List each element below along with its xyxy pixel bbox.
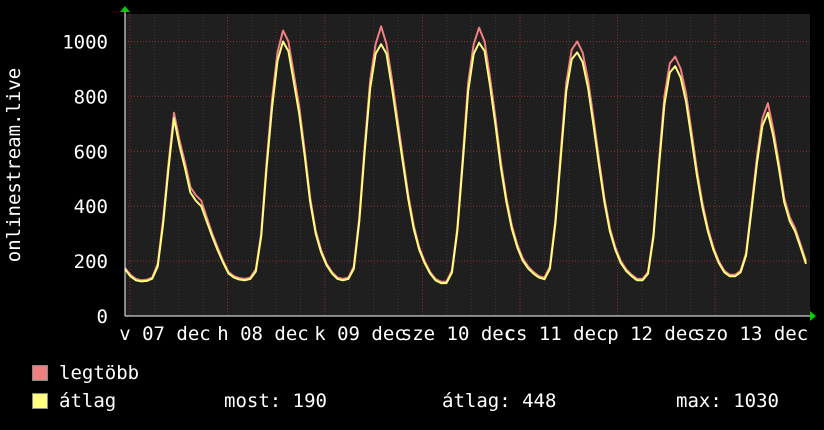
line-chart: 0 200 400 600 800 1000 v 07 dec h 08 dec k 09 d… <box>0 0 824 360</box>
y-tick-label: 800 <box>74 86 108 108</box>
x-tick-label: v 07 dec <box>119 323 211 345</box>
stat-maximum: max: 1030 <box>676 390 779 412</box>
y-tick-label: 200 <box>74 251 108 273</box>
legend-swatch-avg <box>32 393 48 409</box>
x-tick-labels: v 07 dec h 08 dec k 09 decsze 10 deccs 11 … <box>119 323 808 345</box>
x-tick-label: sze 10 dec <box>401 323 515 345</box>
x-tick-label: k 09 dec <box>314 323 406 345</box>
y-axis-label: onlinestream.live <box>3 68 25 262</box>
y-tick-label: 400 <box>74 196 108 218</box>
x-tick-label: szo 13 dec <box>694 323 808 345</box>
legend-swatch-max <box>32 365 48 381</box>
x-tick-label: h 08 dec <box>217 323 309 345</box>
legend-label-max: legtöbb <box>59 362 140 384</box>
x-tick-label: p 12 dec <box>607 323 699 345</box>
x-tick-label: cs 11 dec <box>505 323 608 345</box>
y-tick-label: 0 <box>97 306 108 328</box>
y-tick-label: 1000 <box>62 31 108 53</box>
stat-average: átlag: 448 <box>442 390 557 412</box>
y-tick-label: 600 <box>74 141 108 163</box>
stat-current: most: 190 <box>224 390 327 412</box>
legend-label-avg: átlag <box>59 390 117 412</box>
